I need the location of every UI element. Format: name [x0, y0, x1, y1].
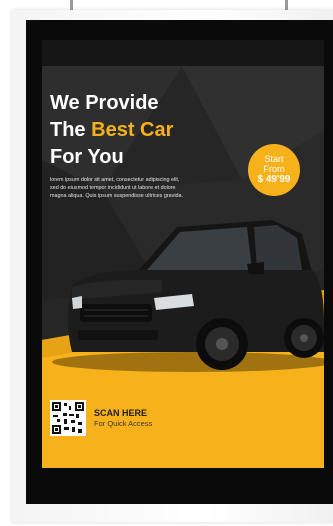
- qr-code[interactable]: [50, 400, 86, 436]
- headline-line-3: For You: [50, 146, 124, 168]
- body-text: lorem ipsum dolor sit amet, consectetur …: [50, 177, 184, 199]
- advert-screen: We Provide The Best Car For You lorem ip…: [42, 40, 324, 468]
- price-badge: Start From $ 49'99: [248, 144, 300, 196]
- scan-subtitle: For Quick Access: [94, 418, 153, 428]
- price-badge-line-1: Start: [264, 154, 284, 164]
- scan-text: SCAN HERE For Quick Access: [94, 408, 152, 429]
- headline-accent: Best Car: [91, 119, 174, 141]
- headline-line-1: We Provide: [50, 92, 159, 114]
- suv-car-image: [52, 220, 324, 372]
- qr-code-icon: [52, 402, 84, 434]
- scan-title: SCAN HERE: [94, 407, 148, 418]
- headline: We Provide The Best Car For You: [50, 90, 173, 171]
- scan-section: SCAN HERE For Quick Access: [50, 400, 152, 436]
- price-value: $ 49'99: [257, 174, 291, 185]
- headline-line-2-prefix: The: [50, 119, 92, 141]
- price-badge-line-2: From: [263, 164, 285, 174]
